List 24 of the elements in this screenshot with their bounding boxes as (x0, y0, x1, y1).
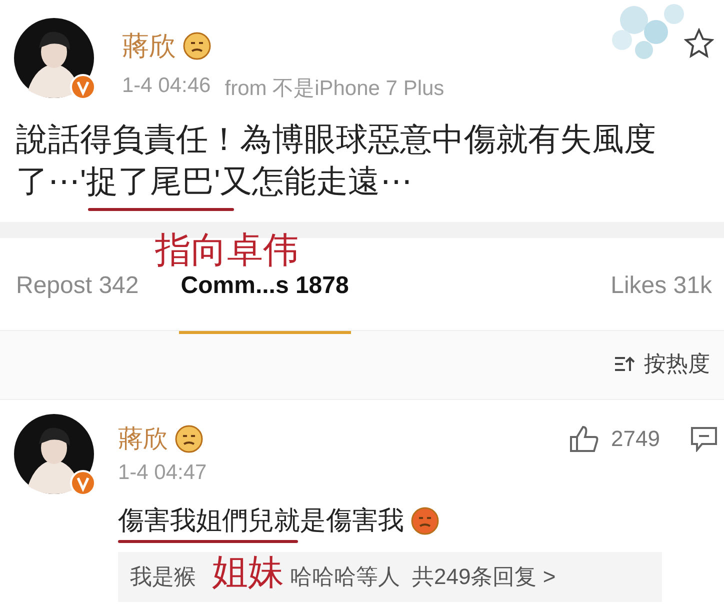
author-name[interactable]: 蔣欣 (118, 422, 168, 455)
tab[interactable]: Repost 342 (14, 268, 141, 334)
reply-count: 共249条回复 > (412, 563, 556, 591)
post-text: 說話得負責任！為博眼球惡意中傷就有失風度了⋯'捉了尾巴'又怎能走遠⋯ (16, 120, 657, 201)
star-icon[interactable] (684, 28, 714, 58)
sort-button[interactable]: 按热度 (614, 349, 710, 379)
avatar[interactable] (14, 414, 96, 496)
comment-icon[interactable] (690, 426, 718, 452)
author-name[interactable]: 蔣欣 (122, 28, 176, 64)
post-time: 1-4 04:46 (122, 74, 211, 99)
handwritten-note: 姐妹 (212, 550, 284, 594)
sort-icon (614, 355, 636, 373)
reply-text: 哈哈哈等人 (290, 563, 400, 591)
like-count: 2749 (611, 426, 660, 452)
tab[interactable]: Likes 31k (608, 268, 714, 334)
comment-time: 1-4 04:47 (118, 461, 208, 485)
post-source: from 不是iPhone 7 Plus (224, 76, 444, 102)
emoji-icon (174, 424, 204, 454)
comment-text: 傷害我姐們兒就是傷害我 (118, 504, 404, 537)
avatar[interactable] (14, 18, 96, 100)
reply-text: 我是猴 (130, 563, 196, 591)
thumbs-up-icon[interactable] (569, 424, 600, 452)
emoji-icon (182, 31, 212, 61)
emoji-icon (410, 506, 440, 536)
